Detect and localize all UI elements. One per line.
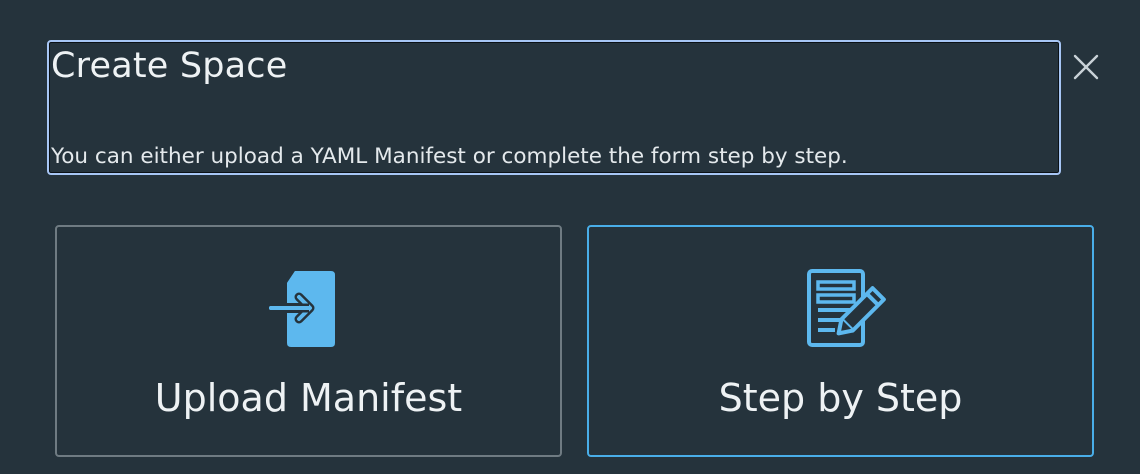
form-edit-icon	[791, 257, 891, 357]
upload-file-icon	[259, 257, 359, 357]
close-button[interactable]	[1070, 51, 1102, 83]
upload-manifest-option[interactable]: Upload Manifest	[55, 225, 562, 457]
dialog-header: Create Space You can either upload a YAM…	[47, 40, 1061, 175]
upload-manifest-label: Upload Manifest	[154, 376, 463, 420]
dialog-title: Create Space	[51, 46, 288, 86]
create-space-dialog: Create Space You can either upload a YAM…	[0, 0, 1140, 474]
dialog-subtitle: You can either upload a YAML Manifest or…	[51, 144, 848, 169]
step-by-step-option[interactable]: Step by Step	[587, 225, 1094, 457]
step-by-step-label: Step by Step	[718, 376, 963, 420]
close-icon	[1073, 54, 1099, 80]
